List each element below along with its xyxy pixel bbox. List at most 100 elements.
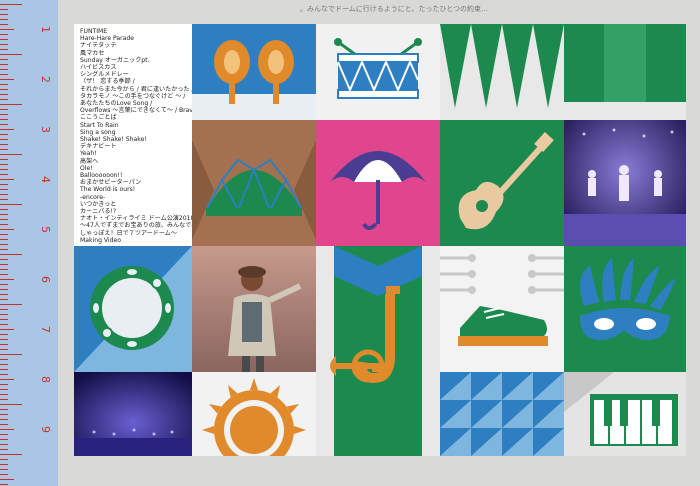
ruler-tick — [0, 459, 8, 460]
ruler-number: 7 — [39, 326, 52, 333]
ruler-tick — [0, 354, 22, 355]
photo-icon — [74, 372, 192, 456]
track-item: Sing a song — [80, 128, 116, 136]
ruler-tick — [0, 429, 14, 430]
ruler-tick — [0, 94, 8, 95]
ruler-tick — [0, 109, 8, 110]
piano-tile — [564, 372, 686, 456]
brass-tile — [316, 246, 440, 456]
ruler-tick — [0, 304, 22, 305]
triangle-pattern-icon — [440, 372, 564, 456]
dome-icon — [192, 120, 316, 246]
ruler-tick — [0, 19, 8, 20]
ruler-tick — [0, 159, 8, 160]
ruler-tick — [0, 384, 8, 385]
ruler-tick — [0, 189, 8, 190]
ruler-tick — [0, 174, 8, 175]
stripes-icon — [564, 24, 686, 120]
ruler-number: 4 — [39, 176, 52, 183]
mask-icon — [564, 246, 686, 372]
ruler-number: 2 — [39, 76, 52, 83]
ruler-number: 8 — [39, 376, 52, 383]
ruler-tick — [0, 259, 8, 260]
ruler-tick — [0, 364, 8, 365]
track-item: いつかきっと — [80, 200, 117, 208]
ruler-tick — [0, 359, 8, 360]
track-item: ～47人でずまでお宝ありの旅、みんなで、 — [80, 222, 198, 230]
ruler-tick — [0, 49, 8, 50]
sun-icon — [192, 372, 316, 456]
guitar-tile — [440, 120, 564, 246]
ruler-tick — [0, 434, 8, 435]
ruler-tick — [0, 14, 8, 15]
ruler-tick — [0, 339, 8, 340]
ruler-tick — [0, 319, 8, 320]
ruler-tick — [0, 444, 8, 445]
ruler-tick — [0, 309, 8, 310]
ruler-tick — [0, 134, 8, 135]
ruler-tick — [0, 334, 8, 335]
ruler-tick — [0, 239, 8, 240]
ruler-tick — [0, 404, 22, 405]
photo-icon — [192, 246, 316, 372]
ruler-tick — [0, 4, 22, 5]
pennant-icon — [440, 24, 564, 120]
ruler-tick — [0, 139, 8, 140]
tambourine-tile — [74, 246, 192, 372]
track-item: -encore- — [80, 193, 106, 201]
ruler-tick — [0, 269, 8, 270]
ruler-tick — [0, 369, 8, 370]
ruler-tick — [0, 199, 8, 200]
ruler-tick — [0, 399, 8, 400]
ruler-tick — [0, 194, 8, 195]
ruler-tick — [0, 454, 22, 455]
track-item: Sunday オーガニックpt. — [80, 56, 150, 64]
ruler-tick — [0, 409, 8, 410]
ruler-tick — [0, 79, 14, 80]
ruler-number: 9 — [39, 426, 52, 433]
mask-tile — [564, 246, 686, 372]
ruler-tick — [0, 379, 14, 380]
piano-icon — [564, 372, 686, 456]
umbrella-tile — [316, 120, 440, 246]
ruler-number: 1 — [39, 26, 52, 33]
ruler-tick — [0, 279, 14, 280]
ruler-tick — [0, 329, 14, 330]
header-strip: 。みんなでドームに行けるようにと、たったひとつの約束… — [300, 5, 489, 13]
track-item: The World is ours! — [80, 186, 136, 194]
track-item: おまかせピーターパン — [80, 179, 142, 187]
ruler-tick — [0, 69, 8, 70]
ruler-number: 3 — [39, 126, 52, 133]
guitar-icon — [440, 120, 564, 246]
ruler-tick — [0, 294, 8, 295]
ruler-tick — [0, 344, 8, 345]
shoe-tile — [440, 246, 564, 372]
ruler-tick — [0, 244, 8, 245]
saxophone-icon — [316, 246, 440, 456]
track-item: ここうごとば — [80, 114, 117, 122]
ruler-tick — [0, 9, 8, 10]
track-item: Making Video — [80, 236, 121, 244]
track-item: デキナビート — [80, 143, 117, 151]
dome-tile — [192, 120, 316, 246]
ruler-tick — [0, 44, 8, 45]
ruler-tick — [0, 154, 22, 155]
ruler-tick — [0, 274, 8, 275]
track-item: 風マカセ — [80, 49, 105, 57]
ruler-tick — [0, 184, 8, 185]
ruler-tick — [0, 64, 8, 65]
ruler-tick — [0, 484, 8, 485]
ruler-tick — [0, 449, 8, 450]
ruler-tick — [0, 34, 8, 35]
tracklist: FUNTIME Hare-Hare Parade ナイテタッテ 風マカセ Sunday … — [74, 24, 198, 255]
track-item: FUNTIME — [80, 28, 108, 35]
ruler-tick — [0, 229, 14, 230]
track-item: しゃっぽえ！日で７ツアードーム～ — [80, 229, 177, 237]
singer-photo-tile — [192, 246, 316, 372]
ruler-tick — [0, 464, 8, 465]
dvd-cover: FUNTIME Hare-Hare Parade ナイテタッテ 風マカセ Sunday … — [74, 24, 686, 456]
ruler-tick — [0, 219, 8, 220]
ruler-tick — [0, 469, 8, 470]
ruler-tick — [0, 479, 14, 480]
ruler-tick — [0, 24, 8, 25]
